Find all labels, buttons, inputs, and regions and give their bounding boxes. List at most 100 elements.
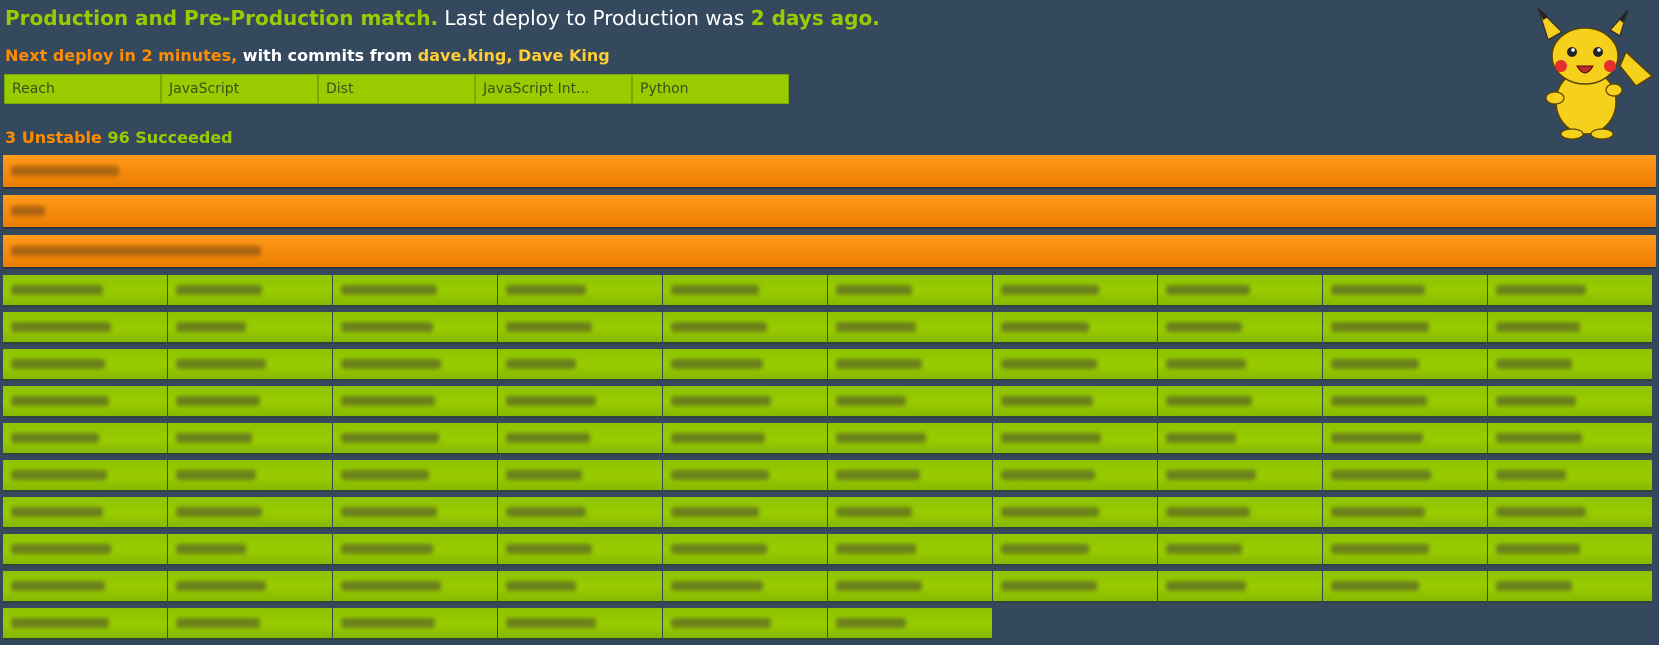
succeeded-build-tile[interactable]: [1158, 275, 1322, 305]
succeeded-build-tile[interactable]: [1323, 497, 1487, 527]
succeeded-build-tile[interactable]: [3, 497, 167, 527]
succeeded-build-tile[interactable]: [168, 349, 332, 379]
succeeded-build-tile[interactable]: [1158, 460, 1322, 490]
succeeded-build-tile[interactable]: [1488, 571, 1652, 601]
succeeded-build-tile[interactable]: [828, 460, 992, 490]
succeeded-build-tile[interactable]: [498, 275, 662, 305]
unstable-build-row[interactable]: [3, 155, 1656, 187]
succeeded-build-tile[interactable]: [663, 460, 827, 490]
succeeded-build-tile[interactable]: [1323, 386, 1487, 416]
succeeded-build-tile[interactable]: [1158, 386, 1322, 416]
succeeded-build-tile[interactable]: [498, 534, 662, 564]
unstable-build-row[interactable]: [3, 195, 1656, 227]
succeeded-build-tile[interactable]: [333, 275, 497, 305]
succeeded-build-tile[interactable]: [498, 497, 662, 527]
succeeded-build-tile[interactable]: [1158, 497, 1322, 527]
succeeded-build-tile[interactable]: [1323, 312, 1487, 342]
succeeded-build-tile[interactable]: [1158, 312, 1322, 342]
tab-javascript[interactable]: JavaScript: [161, 74, 318, 104]
succeeded-build-tile[interactable]: [1323, 534, 1487, 564]
succeeded-build-tile[interactable]: [168, 312, 332, 342]
succeeded-build-tile[interactable]: [3, 349, 167, 379]
succeeded-build-tile[interactable]: [3, 386, 167, 416]
succeeded-build-tile[interactable]: [828, 349, 992, 379]
succeeded-build-tile[interactable]: [168, 497, 332, 527]
succeeded-build-tile[interactable]: [168, 571, 332, 601]
succeeded-build-tile[interactable]: [828, 275, 992, 305]
succeeded-build-tile[interactable]: [1323, 460, 1487, 490]
succeeded-build-tile[interactable]: [828, 571, 992, 601]
succeeded-build-tile[interactable]: [1158, 571, 1322, 601]
succeeded-build-tile[interactable]: [663, 349, 827, 379]
succeeded-build-tile[interactable]: [993, 349, 1157, 379]
succeeded-build-tile[interactable]: [663, 423, 827, 453]
succeeded-build-tile[interactable]: [993, 386, 1157, 416]
succeeded-build-tile[interactable]: [1488, 349, 1652, 379]
succeeded-build-tile[interactable]: [333, 349, 497, 379]
succeeded-build-tile[interactable]: [3, 534, 167, 564]
succeeded-build-tile[interactable]: [168, 275, 332, 305]
succeeded-build-tile[interactable]: [333, 534, 497, 564]
commit-author-link[interactable]: Dave King: [518, 46, 610, 65]
succeeded-build-tile[interactable]: [498, 571, 662, 601]
succeeded-build-tile[interactable]: [663, 312, 827, 342]
succeeded-build-tile[interactable]: [993, 423, 1157, 453]
succeeded-build-tile[interactable]: [828, 386, 992, 416]
succeeded-build-tile[interactable]: [498, 423, 662, 453]
succeeded-build-tile[interactable]: [1488, 497, 1652, 527]
succeeded-build-tile[interactable]: [828, 423, 992, 453]
succeeded-build-tile[interactable]: [993, 460, 1157, 490]
succeeded-build-tile[interactable]: [1488, 423, 1652, 453]
tab-reach[interactable]: Reach: [4, 74, 161, 104]
succeeded-build-tile[interactable]: [3, 423, 167, 453]
succeeded-build-tile[interactable]: [333, 386, 497, 416]
succeeded-build-tile[interactable]: [168, 386, 332, 416]
succeeded-build-tile[interactable]: [1158, 423, 1322, 453]
succeeded-build-tile[interactable]: [3, 460, 167, 490]
succeeded-build-tile[interactable]: [498, 312, 662, 342]
succeeded-build-tile[interactable]: [168, 423, 332, 453]
succeeded-build-tile[interactable]: [498, 349, 662, 379]
succeeded-build-tile[interactable]: [1488, 312, 1652, 342]
succeeded-build-tile[interactable]: [663, 275, 827, 305]
succeeded-build-tile[interactable]: [333, 497, 497, 527]
succeeded-build-tile[interactable]: [993, 571, 1157, 601]
succeeded-build-tile[interactable]: [333, 571, 497, 601]
succeeded-build-tile[interactable]: [1488, 386, 1652, 416]
succeeded-build-tile[interactable]: [663, 571, 827, 601]
succeeded-build-tile[interactable]: [993, 497, 1157, 527]
succeeded-build-tile[interactable]: [1323, 275, 1487, 305]
unstable-build-row[interactable]: [3, 235, 1656, 267]
succeeded-build-tile[interactable]: [168, 460, 332, 490]
succeeded-build-tile[interactable]: [333, 460, 497, 490]
succeeded-build-tile[interactable]: [1488, 275, 1652, 305]
succeeded-build-tile[interactable]: [333, 423, 497, 453]
succeeded-build-tile[interactable]: [1323, 349, 1487, 379]
succeeded-build-tile[interactable]: [3, 275, 167, 305]
succeeded-build-tile[interactable]: [828, 497, 992, 527]
tab-dist[interactable]: Dist: [318, 74, 475, 104]
succeeded-build-tile[interactable]: [828, 534, 992, 564]
commit-user-link[interactable]: dave.king,: [418, 46, 513, 65]
succeeded-build-tile[interactable]: [663, 497, 827, 527]
succeeded-build-tile[interactable]: [1323, 571, 1487, 601]
tab-python[interactable]: Python: [632, 74, 789, 104]
succeeded-build-tile[interactable]: [333, 312, 497, 342]
succeeded-build-tile[interactable]: [993, 534, 1157, 564]
succeeded-build-tile[interactable]: [993, 275, 1157, 305]
succeeded-build-tile[interactable]: [1488, 460, 1652, 490]
succeeded-build-tile[interactable]: [993, 312, 1157, 342]
succeeded-build-tile[interactable]: [1158, 349, 1322, 379]
succeeded-build-tile[interactable]: [663, 534, 827, 564]
succeeded-build-tile[interactable]: [3, 571, 167, 601]
succeeded-build-tile[interactable]: [498, 386, 662, 416]
succeeded-build-tile[interactable]: [1158, 534, 1322, 564]
succeeded-build-tile[interactable]: [828, 312, 992, 342]
succeeded-build-tile[interactable]: [3, 312, 167, 342]
succeeded-build-tile[interactable]: [498, 460, 662, 490]
succeeded-build-tile[interactable]: [1323, 423, 1487, 453]
succeeded-build-tile[interactable]: [663, 386, 827, 416]
tab-javascript-int[interactable]: JavaScript Int...: [475, 74, 632, 104]
succeeded-build-tile[interactable]: [1488, 534, 1652, 564]
succeeded-build-tile[interactable]: [168, 534, 332, 564]
